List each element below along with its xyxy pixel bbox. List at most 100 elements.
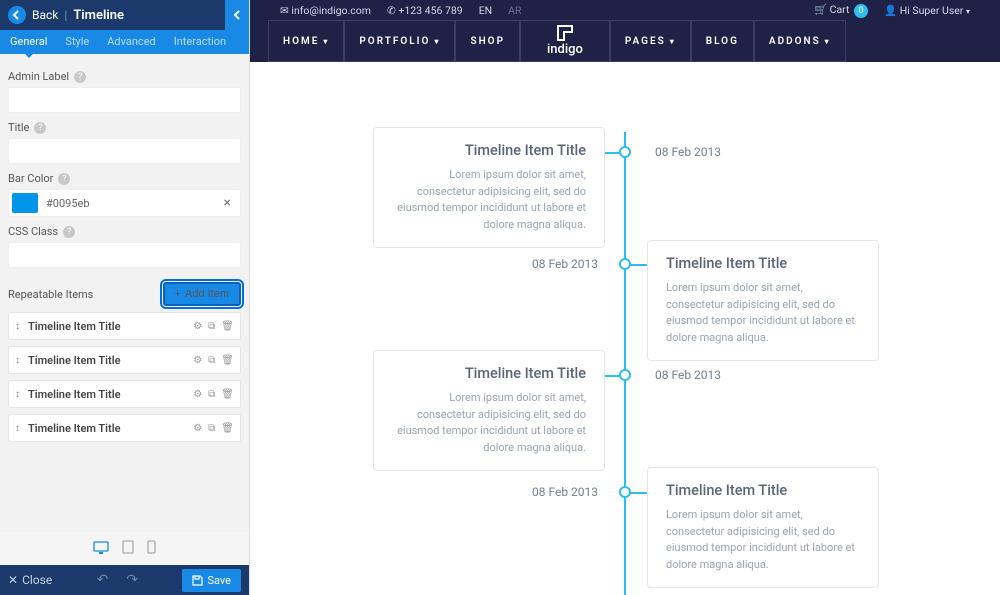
site-topbar: ✉ info@indigo.com ✆ +123 456 789 EN AR 🛒… — [250, 0, 1000, 20]
desktop-icon[interactable] — [93, 541, 109, 554]
timeline-card-body: Lorem ipsum dolor sit amet, consectetur … — [392, 167, 586, 233]
tab-interaction[interactable]: Interaction — [174, 30, 226, 54]
nav-blog[interactable]: BLOG — [691, 20, 754, 62]
timeline-card[interactable]: Timeline Item Title Lorem ipsum dolor si… — [647, 467, 879, 588]
nav-home[interactable]: HOME▾ — [268, 20, 344, 62]
gear-icon[interactable]: ⚙ — [193, 355, 202, 366]
user-menu[interactable]: 👤 Hi Super User ▾ — [884, 4, 970, 17]
save-icon — [192, 575, 203, 586]
duplicate-icon[interactable]: ⧉ — [208, 423, 215, 434]
drag-handle-icon[interactable]: ↕ — [15, 355, 20, 366]
sidebar-footer: ✕ Close ↶ ↷ Save — [0, 565, 249, 595]
close-button[interactable]: ✕ Close — [8, 573, 52, 587]
delete-icon[interactable]: 🗑 — [221, 423, 234, 434]
title-input[interactable] — [8, 138, 241, 164]
back-arrow-icon[interactable] — [8, 6, 26, 24]
help-icon[interactable]: ? — [74, 71, 86, 83]
tab-style[interactable]: Style — [65, 30, 89, 54]
delete-icon[interactable]: 🗑 — [221, 389, 234, 400]
color-value: #0095eb — [46, 197, 218, 210]
chevron-down-icon: ▾ — [670, 37, 676, 46]
collapse-sidebar-icon[interactable] — [225, 0, 249, 30]
delete-icon[interactable]: 🗑 — [221, 355, 234, 366]
timeline-date: 08 Feb 2013 — [655, 145, 721, 159]
add-item-button[interactable]: +Add Item — [163, 282, 241, 306]
timeline-card[interactable]: Timeline Item Title Lorem ipsum dolor si… — [373, 127, 605, 248]
phone-link[interactable]: ✆ +123 456 789 — [387, 4, 463, 17]
duplicate-icon[interactable]: ⧉ — [208, 389, 215, 400]
chevron-down-icon: ▾ — [323, 37, 329, 46]
timeline-connector — [630, 264, 647, 266]
help-icon[interactable]: ? — [58, 173, 70, 185]
timeline-dot-icon — [619, 146, 631, 158]
timeline-card-body: Lorem ipsum dolor sit amet, consectetur … — [666, 280, 860, 346]
color-swatch[interactable] — [12, 193, 38, 213]
title-label: Title? — [8, 121, 241, 134]
site-nav: HOME▾ PORTFOLIO▾ SHOP indigo PAGES▾ BLOG… — [250, 20, 1000, 62]
email-link[interactable]: ✉ info@indigo.com — [280, 4, 371, 17]
timeline-date: 08 Feb 2013 — [532, 257, 598, 271]
repeatable-item[interactable]: ↕ Timeline Item Title ⚙⧉🗑 — [8, 346, 241, 374]
gear-icon[interactable]: ⚙ — [193, 321, 202, 332]
nav-shop[interactable]: SHOP — [455, 20, 520, 62]
timeline-card[interactable]: Timeline Item Title Lorem ipsum dolor si… — [647, 240, 879, 361]
logo-text: indigo — [547, 42, 583, 57]
duplicate-icon[interactable]: ⧉ — [208, 355, 215, 366]
timeline-dot-icon — [619, 258, 631, 270]
drag-handle-icon[interactable]: ↕ — [15, 389, 20, 400]
sidebar-tabs: General Style Advanced Interaction — [0, 30, 249, 54]
nav-portfolio[interactable]: PORTFOLIO▾ — [344, 20, 455, 62]
repeatable-item[interactable]: ↕ Timeline Item Title ⚙ ⧉ 🗑 — [8, 414, 241, 442]
back-label[interactable]: Back — [32, 8, 58, 22]
lang-en[interactable]: EN — [479, 4, 492, 17]
preview-pane: ✉ info@indigo.com ✆ +123 456 789 EN AR 🛒… — [250, 0, 1000, 595]
timeline-date: 08 Feb 2013 — [532, 485, 598, 499]
chevron-down-icon: ▾ — [966, 7, 970, 16]
sidebar-title: Timeline — [73, 8, 124, 23]
site-logo[interactable]: indigo — [520, 20, 610, 62]
repeatable-label: Repeatable Items — [8, 288, 93, 301]
admin-label-label: Admin Label? — [8, 70, 241, 83]
delete-icon[interactable]: 🗑 — [221, 321, 234, 332]
repeatable-item[interactable]: ↕ Timeline Item Title ⚙ ⧉ 🗑 — [8, 312, 241, 340]
css-class-input[interactable] — [8, 242, 241, 268]
timeline-card-body: Lorem ipsum dolor sit amet, consectetur … — [666, 507, 860, 573]
timeline-line — [624, 132, 626, 595]
admin-label-input[interactable] — [8, 87, 241, 113]
duplicate-icon[interactable]: ⧉ — [208, 321, 215, 332]
nav-pages[interactable]: PAGES▾ — [610, 20, 691, 62]
bar-color-label: Bar Color? — [8, 172, 241, 185]
help-icon[interactable]: ? — [34, 122, 46, 134]
mobile-icon[interactable] — [147, 540, 156, 554]
timeline-card[interactable]: Timeline Item Title Lorem ipsum dolor si… — [373, 350, 605, 471]
timeline-card-title: Timeline Item Title — [392, 365, 586, 382]
cart-link[interactable]: 🛒 Cart 0 — [814, 3, 868, 18]
timeline-date: 08 Feb 2013 — [655, 368, 721, 382]
clear-color-icon[interactable]: × — [218, 195, 237, 211]
timeline-card-body: Lorem ipsum dolor sit amet, consectetur … — [392, 390, 586, 456]
tab-general[interactable]: General — [10, 30, 47, 54]
timeline-widget: Timeline Item Title Lorem ipsum dolor si… — [250, 112, 1000, 595]
bar-color-field[interactable]: #0095eb × — [8, 189, 241, 217]
drag-handle-icon[interactable]: ↕ — [15, 423, 20, 434]
gear-icon[interactable]: ⚙ — [193, 389, 202, 400]
drag-handle-icon[interactable]: ↕ — [15, 321, 20, 332]
redo-icon[interactable]: ↷ — [120, 572, 144, 588]
help-icon[interactable]: ? — [63, 226, 75, 238]
undo-icon[interactable]: ↶ — [91, 572, 115, 588]
sidebar-body: Admin Label? Title? Bar Color? #0095eb ×… — [0, 54, 249, 532]
tab-advanced[interactable]: Advanced — [107, 30, 155, 54]
save-button[interactable]: Save — [182, 569, 241, 592]
item-title: Timeline Item Title — [28, 422, 185, 435]
tablet-icon[interactable] — [122, 540, 134, 554]
item-title: Timeline Item Title — [28, 320, 185, 333]
timeline-card-title: Timeline Item Title — [666, 482, 860, 499]
nav-addons[interactable]: ADDONS▾ — [754, 20, 846, 62]
item-title: Timeline Item Title — [28, 388, 185, 401]
chevron-down-icon: ▾ — [825, 37, 831, 46]
plus-icon: + — [175, 288, 181, 300]
gear-icon[interactable]: ⚙ — [193, 423, 202, 434]
timeline-dot-icon — [619, 486, 631, 498]
lang-ar[interactable]: AR — [508, 4, 521, 17]
repeatable-item[interactable]: ↕ Timeline Item Title ⚙ ⧉ 🗑 — [8, 380, 241, 408]
